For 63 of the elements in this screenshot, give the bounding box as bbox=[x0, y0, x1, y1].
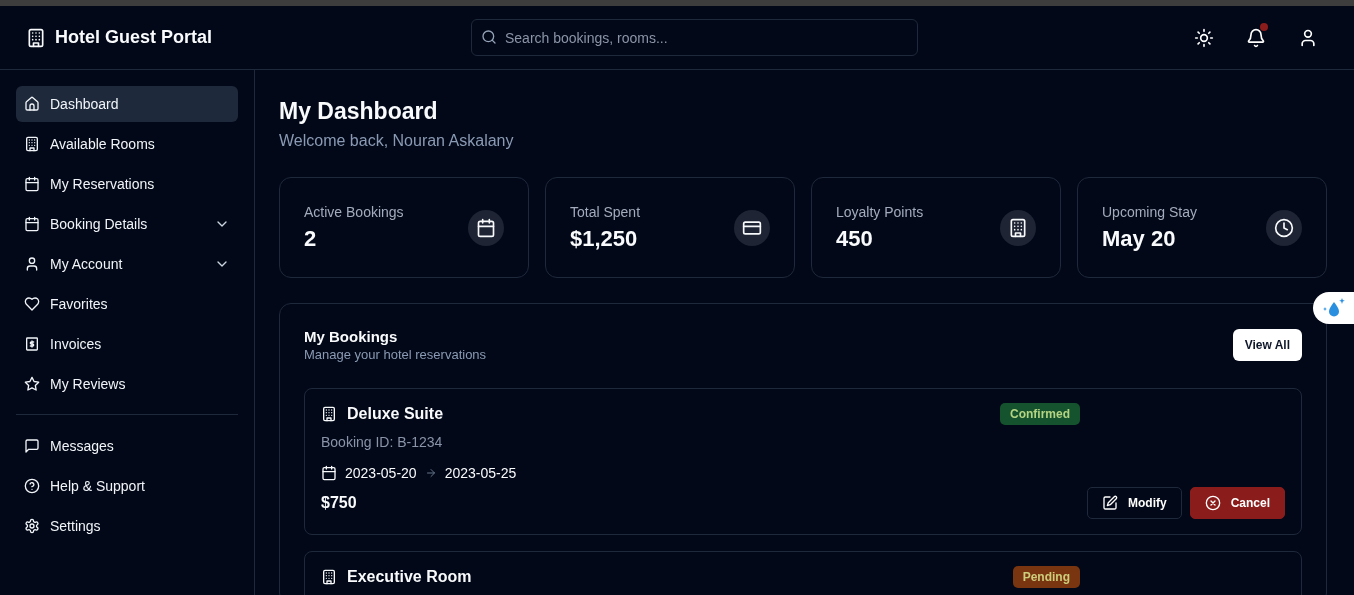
stat-label: Total Spent bbox=[570, 203, 641, 220]
room-name: Deluxe Suite bbox=[347, 405, 444, 423]
sidebar-item[interactable]: My Reviews bbox=[16, 366, 238, 402]
arrow-right-icon bbox=[424, 467, 437, 479]
search-icon bbox=[481, 29, 497, 45]
clock-icon bbox=[1274, 217, 1294, 238]
sidebar-item[interactable]: Help & Support bbox=[16, 468, 238, 504]
stat-label: Loyalty Points bbox=[836, 203, 924, 220]
section-title: My Bookings bbox=[304, 328, 399, 345]
check-out-date: 2023-05-25 bbox=[444, 465, 517, 481]
sidebar-item[interactable]: Invoices bbox=[16, 326, 238, 362]
calendar-icon bbox=[24, 216, 40, 232]
sidebar-item[interactable]: My Reservations bbox=[16, 166, 238, 202]
search-field[interactable]: Search bookings, rooms... bbox=[471, 19, 918, 56]
calendar-icon bbox=[476, 217, 496, 238]
sidebar-item[interactable]: My Account bbox=[16, 246, 238, 282]
sidebar-item[interactable]: Messages bbox=[16, 428, 238, 464]
heart-icon bbox=[24, 296, 40, 312]
message-icon bbox=[24, 438, 40, 454]
page-title: My Dashboard bbox=[279, 98, 439, 125]
calendar-icon bbox=[321, 465, 337, 481]
edit-icon bbox=[1101, 495, 1118, 511]
sidebar-item[interactable]: Booking Details bbox=[16, 206, 238, 242]
building-icon bbox=[1008, 217, 1028, 238]
booking-price: $750 bbox=[321, 494, 357, 512]
floating-widget-button[interactable] bbox=[1313, 292, 1354, 324]
building-icon bbox=[321, 406, 337, 422]
status-badge: Confirmed bbox=[1000, 403, 1080, 425]
app-title: Hotel Guest Portal bbox=[55, 27, 213, 48]
status-badge: Pending bbox=[1012, 566, 1080, 588]
sidebar-item[interactable]: Available Rooms bbox=[16, 126, 238, 162]
stat-value: May 20 bbox=[1102, 225, 1177, 252]
stat-label: Active Bookings bbox=[304, 203, 404, 220]
user-icon bbox=[24, 256, 40, 272]
stat-label: Upcoming Stay bbox=[1102, 203, 1197, 220]
star-icon bbox=[24, 376, 40, 392]
stat-value: 450 bbox=[836, 225, 874, 252]
cancel-button[interactable]: Cancel bbox=[1189, 487, 1285, 519]
sparkle-drop-icon bbox=[1321, 297, 1346, 319]
sun-icon bbox=[1194, 27, 1214, 48]
cancel-icon bbox=[1204, 495, 1221, 511]
stat-value: 2 bbox=[304, 225, 318, 252]
view-all-button[interactable]: View All bbox=[1232, 329, 1302, 361]
home-icon bbox=[24, 96, 40, 112]
building-icon bbox=[321, 569, 337, 585]
settings-icon bbox=[24, 518, 40, 534]
section-subtitle: Manage your hotel reservations bbox=[304, 347, 487, 362]
sidebar-item[interactable]: Favorites bbox=[16, 286, 238, 322]
stat-value: $1,250 bbox=[570, 225, 639, 252]
check-in-date: 2023-05-20 bbox=[345, 465, 417, 481]
modify-button[interactable]: Modify bbox=[1086, 487, 1182, 519]
user-icon bbox=[1298, 27, 1318, 48]
bell-icon bbox=[1246, 27, 1266, 48]
sidebar-item[interactable]: Settings bbox=[16, 508, 238, 544]
help-icon bbox=[24, 478, 40, 494]
calendar-icon bbox=[24, 176, 40, 192]
building-icon bbox=[24, 136, 40, 152]
booking-id: Booking ID: B-1234 bbox=[321, 434, 444, 450]
sidebar-item[interactable]: Dashboard bbox=[16, 86, 238, 122]
receipt-icon bbox=[24, 336, 40, 352]
hotel-icon bbox=[26, 27, 46, 48]
welcome-message: Welcome back, Nouran Askalany bbox=[279, 132, 515, 150]
room-name: Executive Room bbox=[347, 568, 472, 586]
